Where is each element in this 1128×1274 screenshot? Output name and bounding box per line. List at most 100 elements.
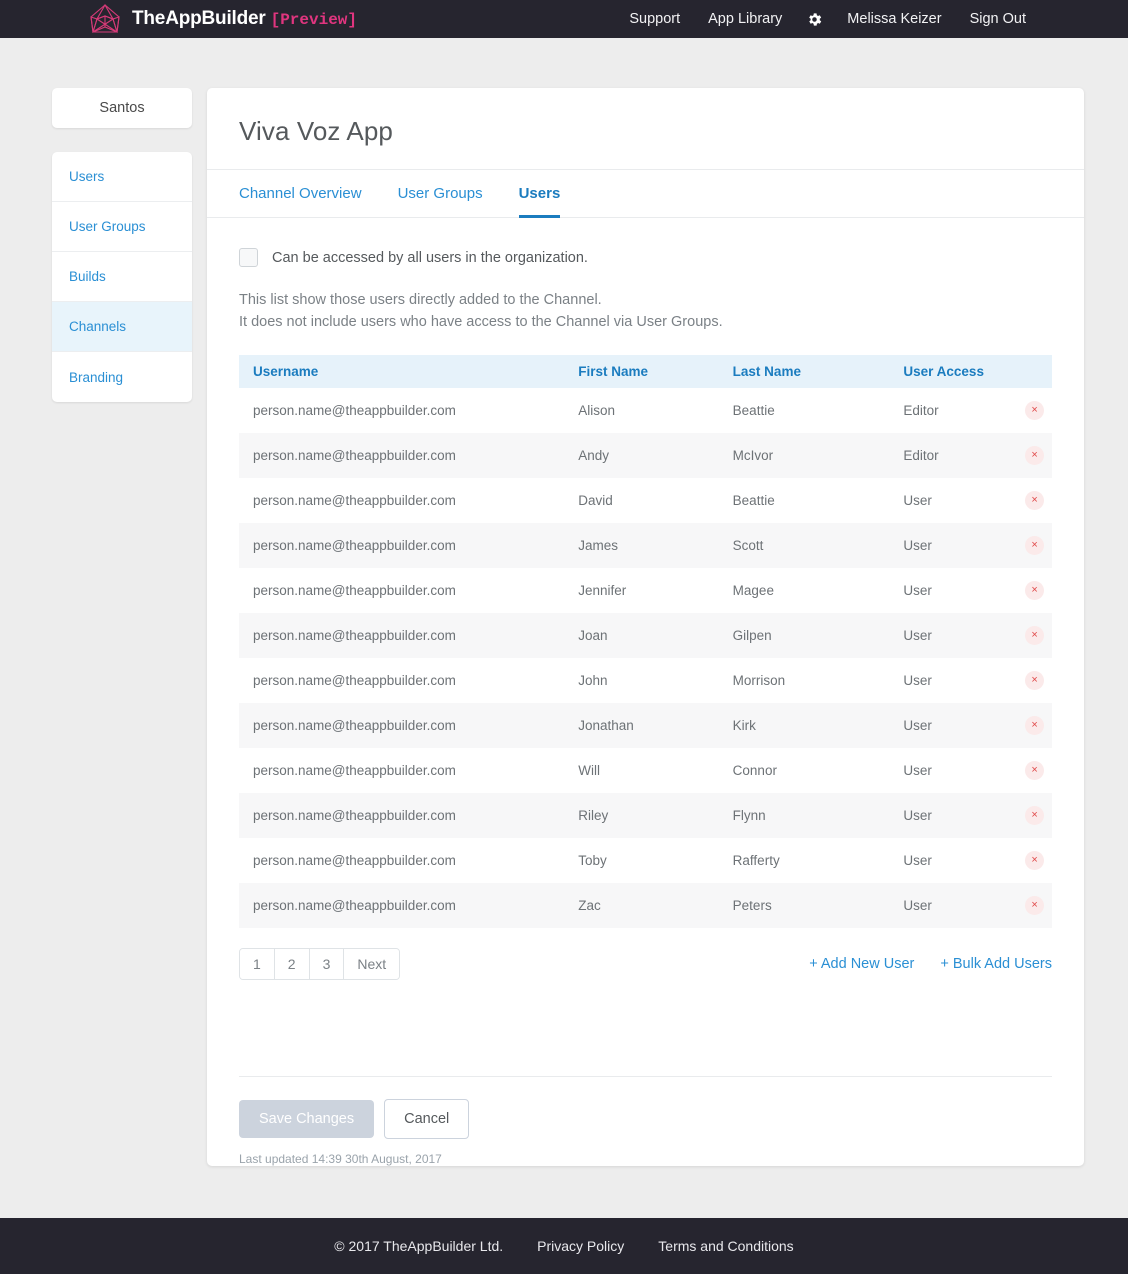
cell-last-name: Rafferty	[732, 853, 780, 868]
cell-user-access: User	[903, 673, 932, 688]
sidebar: Santos Users User Groups Builds Channels…	[52, 88, 192, 1166]
tab-users[interactable]: Users	[518, 171, 561, 218]
page-title: Viva Voz App	[239, 116, 393, 146]
cell-user-access: User	[903, 763, 932, 778]
cell-last-name: Peters	[732, 898, 772, 913]
bulk-add-users-link[interactable]: + Bulk Add Users	[940, 956, 1052, 972]
remove-user-icon[interactable]: ×	[1025, 716, 1045, 735]
footer-link-privacy-policy[interactable]: Privacy Policy	[537, 1238, 624, 1254]
brand-logo[interactable]: TheAppBuilder [Preview]	[88, 3, 357, 35]
cell-username: person.name@theappbuilder.com	[253, 448, 456, 463]
table-row: person.name@theappbuilder.com Andy McIvor E…	[239, 433, 1052, 478]
sidebar-item-branding[interactable]: Branding	[52, 352, 192, 402]
cell-first-name: John	[578, 673, 608, 688]
nav-app-library[interactable]: App Library	[694, 0, 796, 38]
table-row: person.name@theappbuilder.com Alison Beatt…	[239, 388, 1052, 433]
gear-icon[interactable]	[796, 11, 833, 28]
sidebar-item-user-groups[interactable]: User Groups	[52, 202, 192, 252]
cell-user-access: User	[903, 493, 932, 508]
org-selector-label: Santos	[99, 100, 145, 116]
cell-delete: ×	[1003, 838, 1052, 883]
table-header-row: Username First Name Last Name User Acces…	[239, 355, 1052, 388]
cell-last-name: Beattie	[732, 403, 775, 418]
cell-last-name: Beattie	[732, 493, 775, 508]
remove-user-icon[interactable]: ×	[1025, 536, 1045, 555]
cell-delete: ×	[1003, 523, 1052, 568]
sidebar-nav: Users User Groups Builds Channels Brandi…	[52, 152, 192, 402]
cell-delete: ×	[1003, 478, 1052, 523]
access-all-users-checkbox[interactable]	[239, 248, 258, 267]
add-new-user-link[interactable]: + Add New User	[809, 956, 914, 972]
cell-delete: ×	[1003, 388, 1052, 433]
cell-first-name: Joan	[578, 628, 608, 643]
remove-user-icon[interactable]: ×	[1025, 626, 1045, 645]
cell-username: person.name@theappbuilder.com	[253, 808, 456, 823]
brand-title: TheAppBuilder [Preview]	[132, 8, 357, 30]
cell-first-name: Toby	[578, 853, 607, 868]
save-changes-button[interactable]: Save Changes	[239, 1100, 375, 1138]
users-table-body: person.name@theappbuilder.com Alison Beatt…	[239, 388, 1052, 928]
page-layout: Santos Users User Groups Builds Channels…	[44, 88, 1084, 1166]
table-row: person.name@theappbuilder.com Joan Gilpen U…	[239, 613, 1052, 658]
tab-label: Users	[518, 185, 561, 202]
cell-username: person.name@theappbuilder.com	[253, 628, 456, 643]
remove-user-icon[interactable]: ×	[1025, 806, 1045, 825]
remove-user-icon[interactable]: ×	[1025, 896, 1045, 915]
nav-sign-out[interactable]: Sign Out	[956, 0, 1040, 38]
cell-first-name: David	[578, 493, 613, 508]
card-body: Can be accessed by all users in the orga…	[207, 218, 1084, 980]
page-container: Santos Users User Groups Builds Channels…	[0, 38, 1128, 1166]
column-header-last-name[interactable]: Last Name	[718, 355, 890, 388]
cell-last-name: McIvor	[732, 448, 774, 463]
preview-badge: [Preview]	[270, 11, 358, 29]
column-header-first-name[interactable]: First Name	[564, 355, 719, 388]
remove-user-icon[interactable]: ×	[1025, 446, 1045, 465]
main-content-card: Viva Voz App Channel Overview User Group…	[207, 88, 1084, 1166]
nav-support[interactable]: Support	[615, 0, 694, 38]
remove-user-icon[interactable]: ×	[1025, 491, 1045, 510]
sidebar-item-builds[interactable]: Builds	[52, 252, 192, 302]
cell-user-access: User	[903, 898, 932, 913]
pagination-next[interactable]: Next	[344, 949, 400, 979]
sidebar-item-label: Channels	[69, 319, 127, 334]
column-header-username[interactable]: Username	[239, 355, 565, 388]
table-row: person.name@theappbuilder.com John Morriso…	[239, 658, 1052, 703]
table-row: person.name@theappbuilder.com Will Connor U…	[239, 748, 1052, 793]
remove-user-icon[interactable]: ×	[1025, 671, 1045, 690]
tab-bar: Channel Overview User Groups Users	[207, 170, 1084, 218]
tab-channel-overview[interactable]: Channel Overview	[239, 171, 362, 218]
tab-user-groups[interactable]: User Groups	[398, 171, 483, 218]
cell-user-access: User	[903, 853, 932, 868]
cell-user-access: User	[903, 583, 932, 598]
pagination: 1 2 3 Next	[239, 948, 401, 980]
table-row: person.name@theappbuilder.com Jonathan Kir…	[239, 703, 1052, 748]
pagination-page-3[interactable]: 3	[309, 949, 345, 979]
cell-user-access: User	[903, 628, 932, 643]
table-row: person.name@theappbuilder.com James Scott U…	[239, 523, 1052, 568]
table-row: person.name@theappbuilder.com Zac Peters Us…	[239, 883, 1052, 928]
cell-delete: ×	[1003, 658, 1052, 703]
pagination-page-1[interactable]: 1	[240, 949, 275, 979]
cell-user-access: User	[903, 808, 932, 823]
sidebar-item-label: Branding	[69, 369, 124, 385]
users-table-head: Username First Name Last Name User Acces…	[239, 355, 1052, 388]
cell-username: person.name@theappbuilder.com	[253, 763, 456, 778]
sidebar-item-channels[interactable]: Channels	[52, 302, 192, 352]
remove-user-icon[interactable]: ×	[1025, 851, 1045, 870]
org-selector[interactable]: Santos	[52, 88, 192, 128]
column-header-user-access[interactable]: User Access	[889, 355, 1004, 388]
cell-delete: ×	[1003, 748, 1052, 793]
sidebar-item-users[interactable]: Users	[52, 152, 192, 202]
cell-last-name: Magee	[732, 583, 774, 598]
remove-user-icon[interactable]: ×	[1025, 581, 1045, 600]
footer-link-terms[interactable]: Terms and Conditions	[658, 1238, 793, 1254]
cancel-button[interactable]: Cancel	[384, 1099, 470, 1139]
nav-user-name[interactable]: Melissa Keizer	[833, 0, 955, 38]
pagination-page-2[interactable]: 2	[274, 949, 310, 979]
remove-user-icon[interactable]: ×	[1025, 761, 1045, 780]
users-table: Username First Name Last Name User Acces…	[239, 355, 1052, 928]
remove-user-icon[interactable]: ×	[1025, 401, 1045, 420]
cell-username: person.name@theappbuilder.com	[253, 718, 456, 733]
cell-username: person.name@theappbuilder.com	[253, 538, 456, 553]
cell-first-name: Alison	[578, 403, 615, 418]
